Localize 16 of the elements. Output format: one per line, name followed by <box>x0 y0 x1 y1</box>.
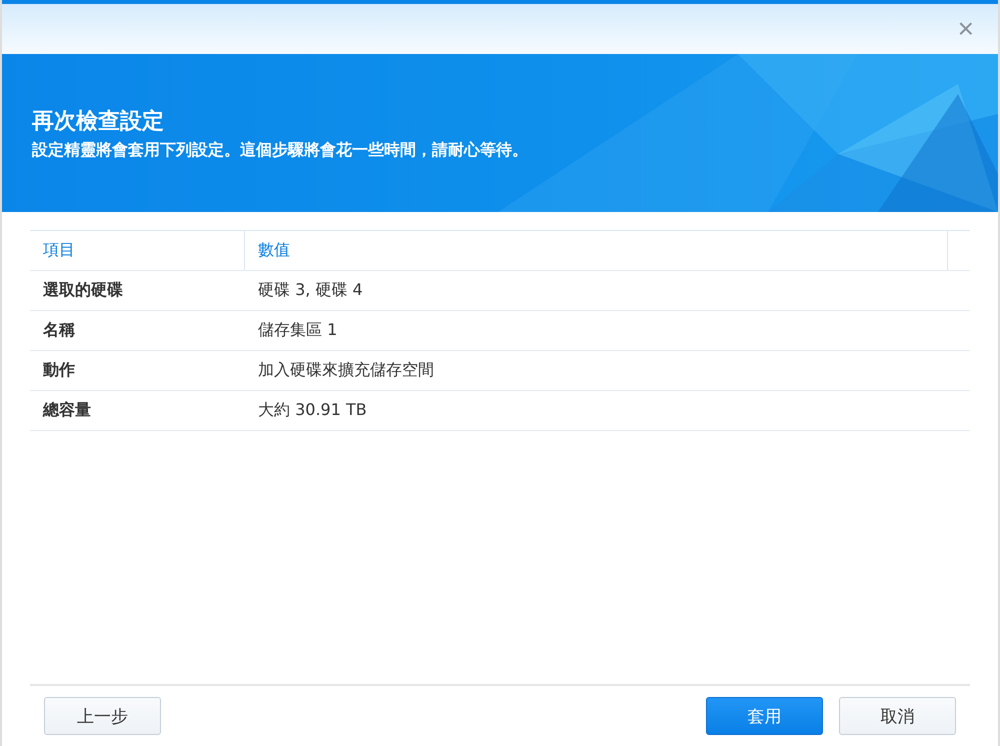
table-cell-text: 加入硬碟來擴充儲存空間 <box>257 359 434 381</box>
column-header[interactable]: 項目 <box>30 231 245 270</box>
column-header[interactable]: 數值 <box>245 231 948 270</box>
table-cell-text: 選取的硬碟 <box>42 279 124 301</box>
table-cell-text: 總容量 <box>42 399 92 421</box>
table-cell-text: 硬碟 3, 硬碟 4 <box>257 279 363 301</box>
cancel-button[interactable]: 取消 <box>839 697 956 735</box>
table-cell-text: 名稱 <box>42 319 76 341</box>
table-cell-text: 儲存集區 1 <box>257 319 338 341</box>
apply-button[interactable]: 套用 <box>706 697 823 735</box>
table-cell-text: 動作 <box>42 359 76 381</box>
step-description: 設定精靈將會套用下列設定。這個步驟將會花一些時間，請耐心等待。 <box>32 140 528 160</box>
step-title: 再次檢查設定 <box>32 108 165 136</box>
table-cell-text: 大約 30.91 TB <box>257 399 367 421</box>
close-button[interactable]: × <box>958 15 974 43</box>
back-button[interactable]: 上一步 <box>44 697 161 735</box>
